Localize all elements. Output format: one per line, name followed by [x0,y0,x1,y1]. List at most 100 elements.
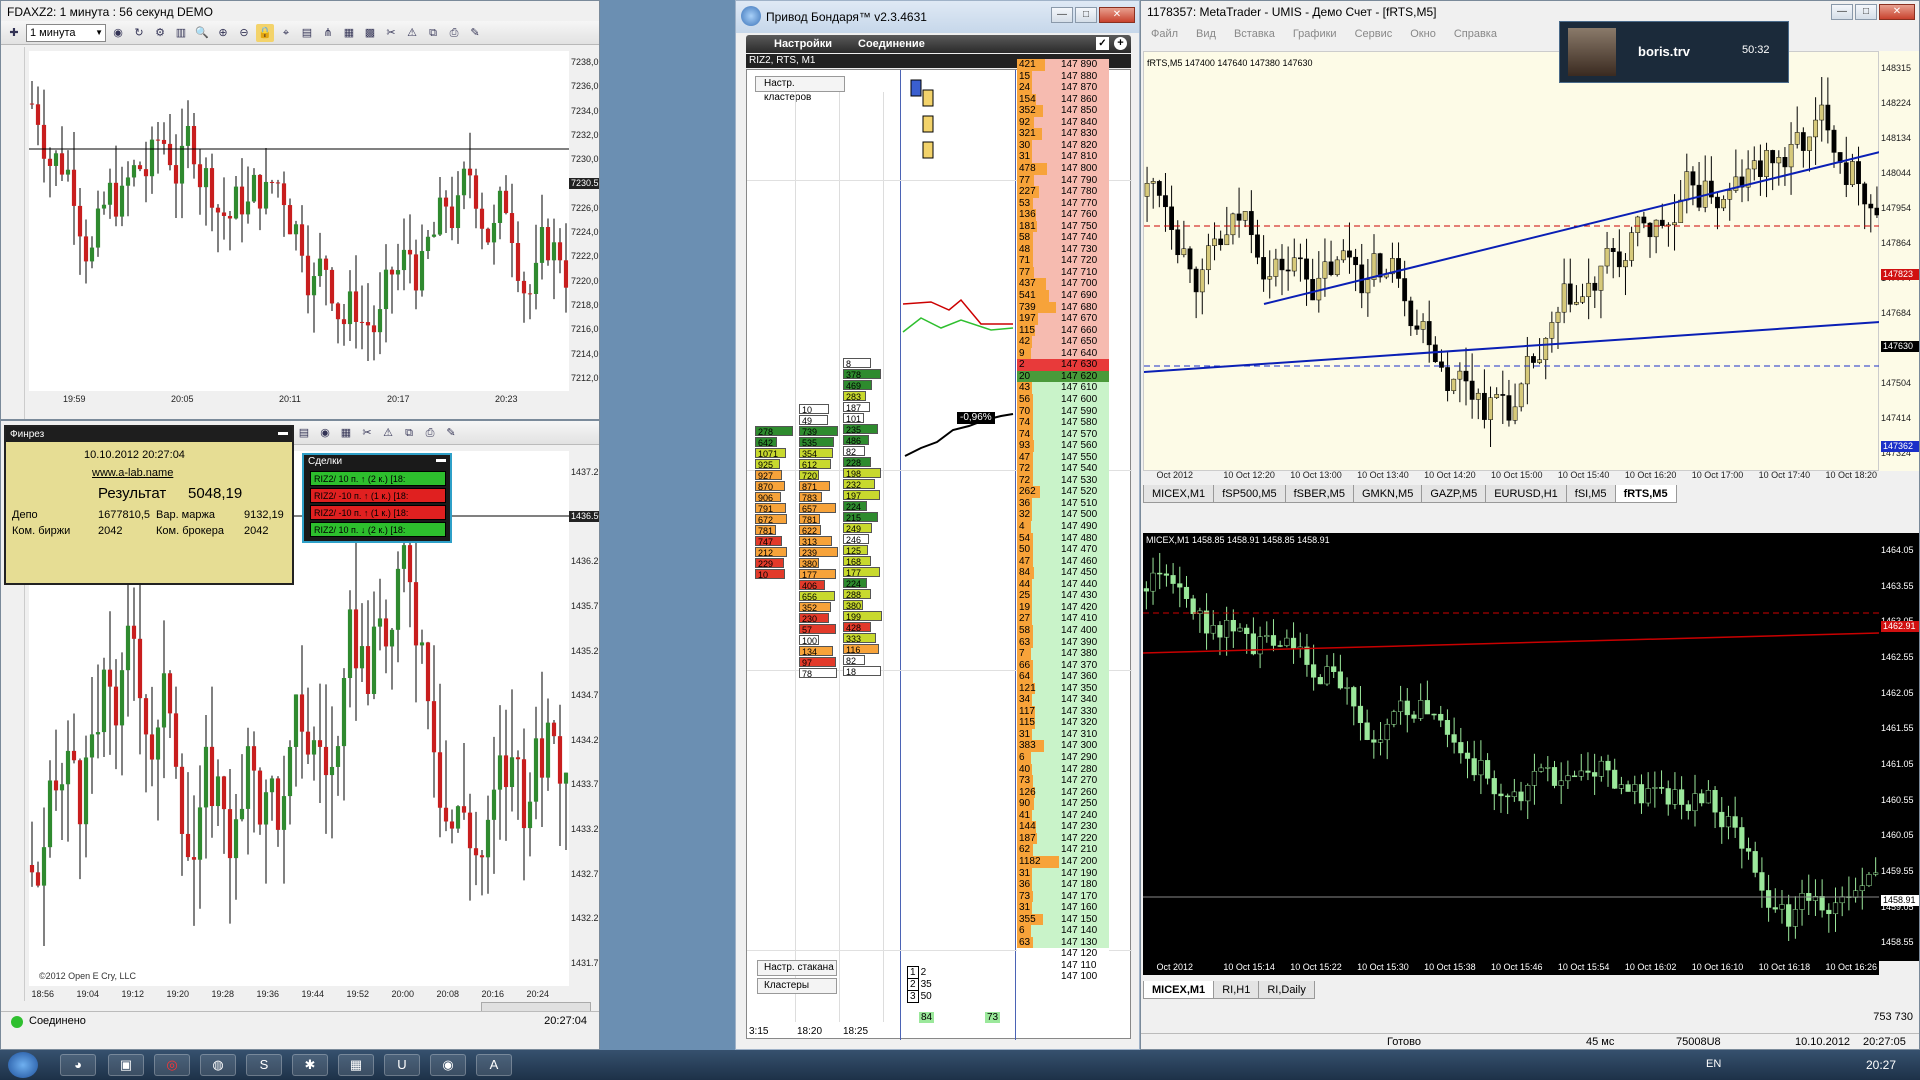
checkbox-icon[interactable]: ✓ [1096,37,1109,50]
menu-item[interactable]: Окно [1410,28,1436,44]
alert-icon[interactable]: ⚠ [379,424,397,442]
dom-row[interactable]: 34 147 340 [1017,694,1109,707]
order-book[interactable]: 421 147 890 15 147 880 24 147 870 154 147 860 35… [1017,59,1129,1039]
dom-row[interactable]: 24 147 870 [1017,82,1109,95]
dom-row[interactable]: 147 100 [1017,971,1109,984]
template-icon[interactable]: ▦ [340,24,358,42]
dom-row[interactable]: 30 147 820 [1017,139,1109,152]
dom-row[interactable]: 31 147 310 [1017,728,1109,741]
dom-row[interactable]: 53 147 770 [1017,197,1109,210]
lock-icon[interactable]: 🔒 [256,23,274,42]
taskbar-app-7-icon[interactable]: ▦ [338,1054,374,1076]
trade-row[interactable]: RIZ2/ -10 п. ↑ (1 к.) [18: [310,488,446,503]
dom-row[interactable]: 383 147 300 [1017,740,1109,753]
dom-row[interactable]: 31 147 190 [1017,867,1109,880]
dom-row[interactable]: 92 147 840 [1017,116,1109,129]
trade-row[interactable]: RIZ2/ -10 п. ↑ (1 к.) [18: [310,505,446,520]
dom-row[interactable]: 36 147 510 [1017,497,1109,510]
dom-row[interactable]: 25 147 430 [1017,590,1109,603]
new-chart-icon[interactable]: ✚ [5,24,23,42]
taskbar-app-1-icon[interactable]: ◕ [60,1054,96,1076]
dom-row[interactable]: 73 147 170 [1017,890,1109,903]
menu-connection[interactable]: Соединение [858,35,925,53]
dom-row[interactable]: 41 147 240 [1017,809,1109,822]
dom-row[interactable]: 541 147 690 [1017,290,1109,302]
zoom-icon[interactable]: 🔍 [193,24,211,42]
dom-row[interactable]: 421 147 890 [1017,59,1109,71]
dom-row[interactable]: 58 147 740 [1017,232,1109,245]
print-icon[interactable]: ⎙ [445,24,463,42]
dom-row[interactable]: 63 147 130 [1017,936,1109,949]
taskbar-a-icon[interactable]: A [476,1054,512,1076]
dom-row[interactable]: 42 147 650 [1017,336,1109,349]
dom-row[interactable]: 58 147 400 [1017,624,1109,637]
dom-settings-button[interactable]: Настр. стакана [757,960,837,976]
chart-props-icon[interactable]: ▤ [295,424,313,442]
edit-icon[interactable]: ✎ [442,424,460,442]
dom-row[interactable]: 478 147 800 [1017,162,1109,175]
micex-chart[interactable]: MICEX,M1 1458.85 1458.91 1458.85 1458.91 [1143,533,1879,961]
dom-row[interactable]: 64 147 360 [1017,671,1109,684]
close-button[interactable]: ✕ [1099,7,1135,23]
tray-clock[interactable]: 20:27 [1866,1058,1896,1072]
dom-row[interactable]: 44 147 440 [1017,578,1109,591]
dom-row[interactable]: 355 147 150 [1017,913,1109,926]
menu-settings[interactable]: Настройки [774,35,832,53]
dom-row[interactable]: 74 147 580 [1017,417,1109,430]
trade-row[interactable]: RIZ2/ 10 п. ↑ (2 к.) [18: [310,471,446,486]
dom-row[interactable]: 36 147 180 [1017,879,1109,892]
dom-row[interactable]: 20 147 620 [1017,370,1109,383]
maximize-button[interactable]: □ [1855,4,1877,20]
chart-tab[interactable]: EURUSD,H1 [1485,485,1567,503]
dom-row[interactable]: 73 147 270 [1017,775,1109,788]
close-button[interactable]: ✕ [1879,4,1915,20]
dom-row[interactable]: 54 147 480 [1017,532,1109,545]
dom-row[interactable]: 147 120 [1017,948,1109,961]
taskbar-app-6-icon[interactable]: ✱ [292,1054,328,1076]
menu-item[interactable]: Вид [1196,28,1216,44]
tray-lang[interactable]: EN [1706,1058,1721,1070]
start-button[interactable] [8,1052,38,1078]
chart-tab[interactable]: GAZP,M5 [1421,485,1487,503]
globe-icon[interactable]: ◉ [316,424,334,442]
indicator-icon[interactable]: ▩ [361,24,379,42]
cursor-icon[interactable]: ⌖ [277,24,295,42]
dom-row[interactable]: 147 110 [1017,959,1109,972]
dom-row[interactable]: 32 147 500 [1017,509,1109,522]
trades-minimize-icon[interactable]: ▬ [436,454,446,465]
dom-row[interactable]: 72 147 530 [1017,474,1109,487]
chart-tab[interactable]: fSI,M5 [1565,485,1616,503]
dom-row[interactable]: 47 147 460 [1017,555,1109,568]
dom-row[interactable]: 7 147 380 [1017,648,1109,661]
taskbar-opera-icon[interactable]: ◎ [154,1054,190,1076]
dom-row[interactable]: 15 147 880 [1017,70,1109,83]
taskbar-chrome-icon[interactable]: ◍ [200,1054,236,1076]
finrez-minimize-icon[interactable]: ▬ [278,427,288,438]
edit-icon[interactable]: ✎ [466,24,484,42]
dom-row[interactable]: 84 147 450 [1017,567,1109,580]
zoom-out-icon[interactable]: ⊖ [235,24,253,42]
chart-props-icon[interactable]: ▤ [298,24,316,42]
dom-row[interactable]: 154 147 860 [1017,93,1109,106]
chart-tab[interactable]: MICEX,M1 [1143,981,1215,999]
dom-row[interactable]: 321 147 830 [1017,128,1109,141]
dom-row[interactable]: 121 147 350 [1017,682,1109,695]
dom-row[interactable]: 115 147 660 [1017,324,1109,337]
trade-row[interactable]: RIZ2/ 10 п. ↓ (2 к.) [18: [310,522,446,537]
taskbar-app-2-icon[interactable]: ▣ [108,1054,144,1076]
dom-row[interactable]: 71 147 720 [1017,255,1109,268]
print-icon[interactable]: ⎙ [421,424,439,442]
dom-row[interactable]: 90 147 250 [1017,798,1109,811]
frts-chart[interactable]: fRTS,M5 147400 147640 147380 147630 [1143,51,1880,471]
cut-icon[interactable]: ✂ [382,24,400,42]
copy-icon[interactable]: ⧉ [400,424,418,442]
dom-row[interactable]: 739 147 680 [1017,301,1109,314]
dom-row[interactable]: 1182 147 200 [1017,855,1109,868]
dom-row[interactable]: 66 147 370 [1017,659,1109,672]
chart-tab[interactable]: GMKN,M5 [1352,485,1423,503]
dom-row[interactable]: 117 147 330 [1017,705,1109,718]
clusters-settings-button[interactable]: Настр. кластеров [755,76,845,103]
network-icon[interactable]: ⋔ [319,24,337,42]
maximize-button[interactable]: □ [1075,7,1097,23]
menu-item[interactable]: Справка [1454,28,1497,44]
